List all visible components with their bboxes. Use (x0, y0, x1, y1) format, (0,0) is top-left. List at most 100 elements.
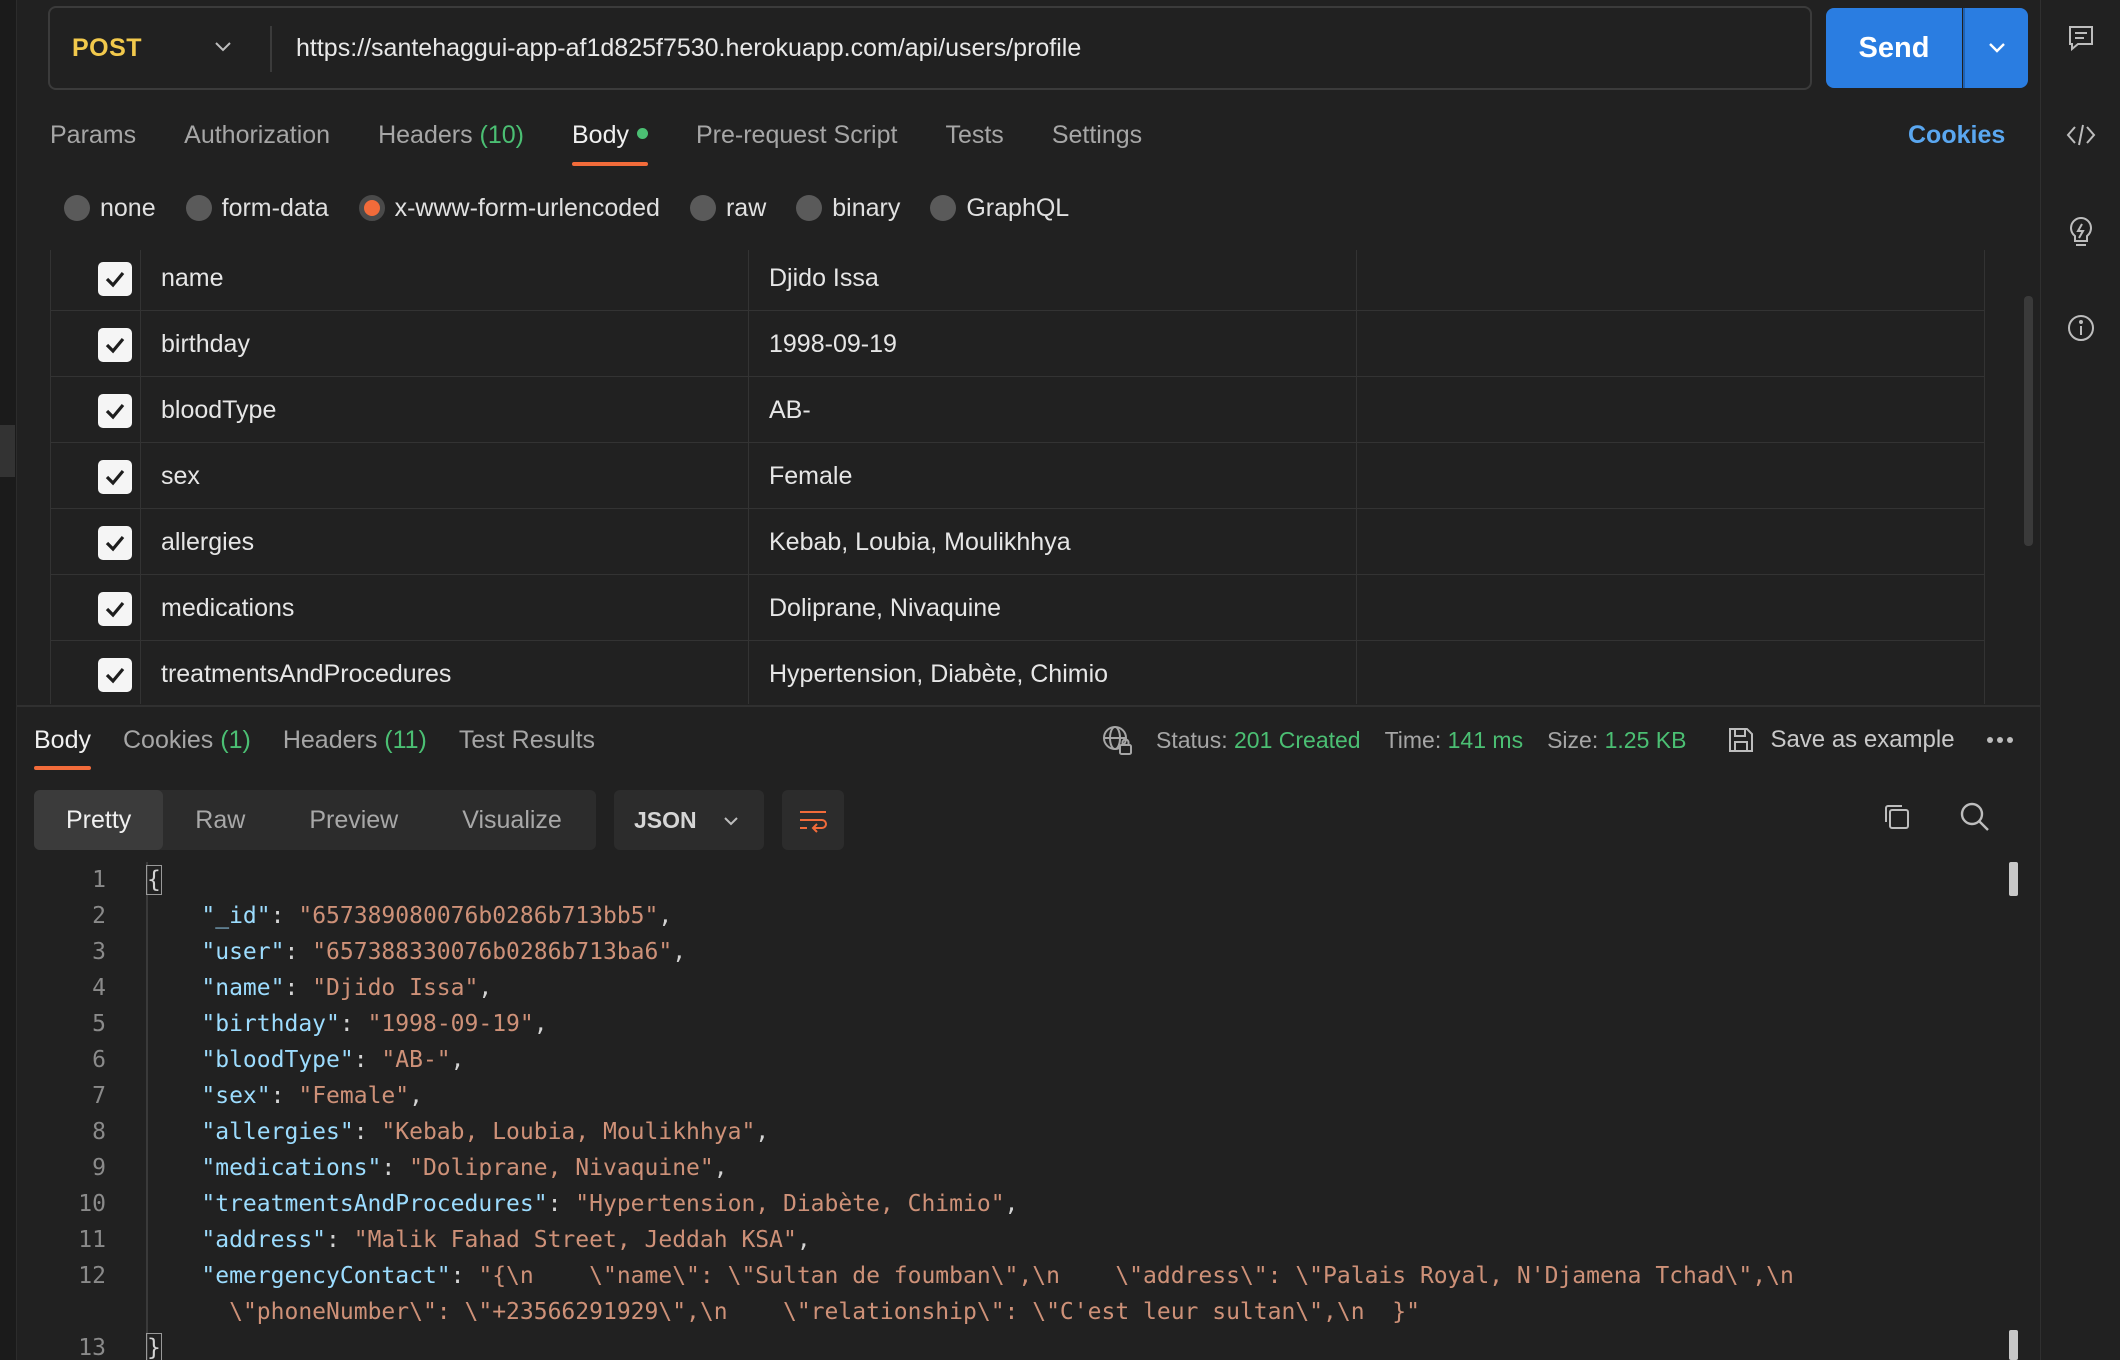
value-cell[interactable]: Hypertension, Diabète, Chimio (749, 641, 1357, 704)
check-cell (51, 641, 141, 704)
radio-x-www-form-urlencoded[interactable]: x-www-form-urlencoded (358, 193, 660, 223)
key-cell[interactable]: allergies (141, 509, 749, 575)
tab-tests[interactable]: Tests (945, 110, 1003, 168)
tab-response-headers[interactable]: Headers (11) (283, 718, 427, 774)
size-text[interactable]: Size: 1.25 KB (1547, 727, 1686, 754)
save-as-example-button[interactable]: Save as example (1726, 725, 1955, 755)
copy-icon[interactable] (1880, 800, 1920, 840)
code-icon[interactable] (2059, 113, 2103, 157)
row-checkbox[interactable] (98, 658, 132, 692)
method-select[interactable]: POST (50, 8, 270, 88)
tab-response-cookies[interactable]: Cookies (1) (123, 718, 251, 774)
format-label: JSON (634, 806, 697, 833)
radio-label: x-www-form-urlencoded (394, 193, 660, 222)
row-checkbox[interactable] (98, 460, 132, 494)
lightbulb-icon[interactable] (2059, 210, 2103, 254)
description-cell[interactable] (1357, 377, 1984, 443)
radio-raw[interactable]: raw (689, 194, 766, 223)
response-code-view[interactable]: 1 { 2 "_id": "657389080076b0286b713bb5",… (34, 862, 2002, 1360)
key-cell[interactable]: bloodType (141, 377, 749, 443)
tab-body[interactable]: Body (572, 110, 648, 168)
line-number: 4 (92, 975, 106, 1001)
tab-headers[interactable]: Headers (10) (378, 110, 524, 168)
row-checkbox[interactable] (98, 526, 132, 560)
cookies-link[interactable]: Cookies (1908, 110, 2005, 160)
value-cell[interactable]: Female (749, 443, 1357, 509)
view-visualize-button[interactable]: Visualize (430, 790, 594, 850)
send-options-button[interactable] (1963, 8, 2028, 88)
format-select[interactable]: JSON (614, 790, 764, 850)
view-pretty-button[interactable]: Pretty (34, 790, 164, 850)
sidebar-resize-handle[interactable] (0, 425, 15, 477)
row-checkbox[interactable] (98, 394, 132, 428)
radio-binary[interactable]: binary (796, 194, 900, 223)
row-checkbox[interactable] (98, 262, 132, 296)
time-text[interactable]: Time: 141 ms (1385, 727, 1523, 754)
description-cell[interactable] (1357, 250, 1984, 311)
key-cell[interactable]: sex (141, 443, 749, 509)
response-tabs: Body Cookies (1) Headers (11) Test Resul… (34, 718, 627, 778)
tab-authorization[interactable]: Authorization (184, 110, 330, 168)
code-scrollbar-bottom[interactable] (2009, 1330, 2018, 1360)
tab-settings[interactable]: Settings (1052, 110, 1142, 168)
json-value: "Doliprane, Nivaquine" (409, 1155, 714, 1181)
json-key: "name" (201, 975, 285, 1001)
code-line: "sex": "Female", (201, 1083, 423, 1109)
value-cell[interactable]: Doliprane, Nivaquine (749, 575, 1357, 641)
line-number: 6 (92, 1047, 106, 1073)
radio-form-data[interactable]: form-data (185, 194, 329, 223)
tab-label: Authorization (184, 121, 331, 149)
tab-response-body[interactable]: Body (34, 718, 91, 774)
value-cell[interactable]: Djido Issa (749, 250, 1357, 311)
json-value: "657389080076b0286b713bb5" (298, 903, 659, 929)
description-cell[interactable] (1357, 311, 1984, 377)
tab-label: Settings (1051, 121, 1143, 149)
request-url-bar: POST https://santehaggui-app-af1d825f753… (48, 6, 2028, 90)
more-options-icon[interactable] (1985, 735, 2015, 745)
description-cell[interactable] (1357, 443, 1984, 509)
view-preview-button[interactable]: Preview (277, 790, 430, 850)
url-input[interactable]: https://santehaggui-app-af1d825f7530.her… (296, 8, 1081, 88)
check-icon (105, 667, 125, 684)
value-cell[interactable]: AB- (749, 377, 1357, 443)
pane-divider[interactable] (17, 705, 2040, 707)
key-cell[interactable]: treatmentsAndProcedures (141, 641, 749, 704)
json-value: "Malik Fahad Street, Jeddah KSA" (353, 1227, 797, 1253)
radio-graphql[interactable]: GraphQL (930, 194, 1069, 223)
key-cell[interactable]: medications (141, 575, 749, 641)
key-cell[interactable]: name (141, 250, 749, 311)
time-value: 141 ms (1447, 726, 1524, 753)
status-text[interactable]: Status: 201 Created (1156, 727, 1361, 754)
key-cell[interactable]: birthday (141, 311, 749, 377)
form-table-scrollbar[interactable] (2024, 296, 2033, 546)
tab-label: Body (572, 121, 629, 149)
code-line: "name": "Djido Issa", (201, 975, 493, 1001)
tab-test-results[interactable]: Test Results (459, 718, 595, 774)
row-checkbox[interactable] (98, 328, 132, 362)
description-cell[interactable] (1357, 575, 1984, 641)
description-cell[interactable] (1357, 509, 1984, 575)
search-icon[interactable] (1958, 800, 1998, 840)
globe-lock-icon[interactable] (1100, 723, 1134, 757)
info-icon[interactable] (2059, 306, 2103, 350)
value-cell[interactable]: 1998-09-19 (749, 311, 1357, 377)
value-cell[interactable]: Kebab, Loubia, Moulikhhya (749, 509, 1357, 575)
json-key: "birthday" (201, 1011, 340, 1037)
size-label: Size: (1547, 726, 1599, 753)
code-scrollbar-top[interactable] (2009, 862, 2018, 896)
check-cell (51, 377, 141, 443)
view-raw-button[interactable]: Raw (163, 790, 277, 850)
radio-none[interactable]: none (64, 194, 156, 223)
json-value: "Djido Issa" (312, 975, 479, 1001)
save-icon (1729, 728, 1754, 752)
row-checkbox[interactable] (98, 592, 132, 626)
tab-pre-request-script[interactable]: Pre-request Script (696, 110, 897, 168)
comment-icon[interactable] (2059, 16, 2103, 60)
tab-params[interactable]: Params (50, 110, 136, 168)
send-button[interactable]: Send (1826, 8, 1962, 88)
description-cell[interactable] (1357, 641, 1984, 704)
modified-dot-icon (636, 127, 648, 139)
wrap-lines-button[interactable] (782, 790, 844, 850)
size-value: 1.25 KB (1604, 726, 1687, 753)
request-tabs: Params Authorization Headers (10) Body P… (50, 110, 1190, 170)
